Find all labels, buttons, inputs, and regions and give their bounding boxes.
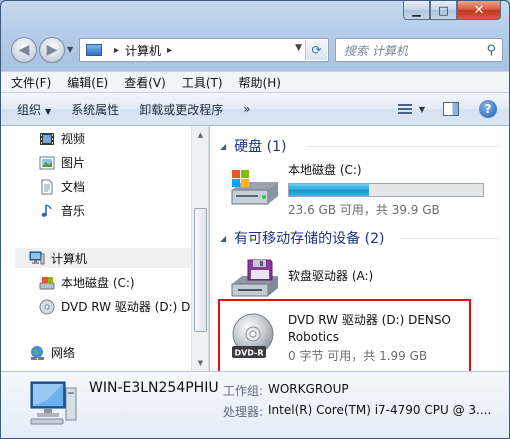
scroll-down-icon[interactable]: ▼ [192, 354, 209, 371]
breadcrumb-computer[interactable]: 计算机 [125, 42, 161, 59]
workgroup-label: 工作组: [223, 384, 264, 398]
hard-disk-icon [39, 275, 55, 291]
music-icon [39, 203, 55, 219]
drive-name: 本地磁盘 (C:) [288, 163, 362, 177]
breadcrumb-separator-icon[interactable]: ▸ [167, 45, 172, 56]
nav-item-dvd-drive[interactable]: DVD RW 驱动器 (D:) D [39, 298, 190, 315]
search-icon[interactable]: ⚲ [486, 43, 496, 58]
command-bar: 组织 ▼ 系统属性 卸载或更改程序 » ▼ ? [1, 92, 509, 126]
back-button[interactable]: ◀ [11, 37, 37, 63]
computer-icon [27, 380, 79, 426]
floppy-drive-icon [226, 254, 284, 302]
pictures-icon [39, 155, 55, 171]
minimize-button[interactable]: ▁ [403, 1, 430, 20]
forward-arrow-icon: ▶ [46, 42, 58, 58]
group-removable-storage[interactable]: ◢ 有可移动存储的设备 (2) [220, 228, 384, 248]
uninstall-program-button[interactable]: 卸载或更改程序 [139, 101, 223, 118]
organize-label: 组织 [17, 102, 42, 117]
group-title: 有可移动存储的设备 (2) [234, 231, 385, 247]
nav-item-label: 计算机 [51, 251, 88, 266]
scroll-thumb[interactable] [194, 208, 207, 332]
disk-usage-bar [288, 183, 484, 197]
organize-button[interactable]: 组织 ▼ [17, 101, 51, 118]
nav-item-label: 文档 [61, 180, 86, 194]
recent-pages-dropdown[interactable]: ▼ [67, 45, 73, 54]
workgroup-value: WORKGROUP [268, 382, 349, 396]
nav-pane-scrollbar[interactable]: ▲ ▼ [191, 126, 208, 371]
refresh-button[interactable]: ⟳ [305, 40, 327, 60]
help-icon[interactable]: ? [479, 100, 497, 118]
nav-item-label: 视频 [61, 132, 86, 146]
nav-item-music[interactable]: 音乐 [39, 202, 85, 219]
address-bar[interactable]: ▸ 计算机 ▸ ▼ ⟳ [79, 38, 329, 62]
more-commands-button[interactable]: » [243, 102, 250, 116]
group-hard-disks[interactable]: ◢ 硬盘 (1) [220, 136, 286, 156]
nav-item-network[interactable]: 网络 [29, 344, 75, 361]
navigation-bar: ◀ ▶ ▼ ▸ 计算机 ▸ ▼ ⟳ 搜索 计算机 ⚲ [9, 35, 503, 63]
preview-pane-icon[interactable] [443, 102, 459, 116]
documents-icon [39, 179, 55, 195]
menu-edit[interactable]: 编辑(E) [67, 74, 108, 91]
group-divider [306, 146, 499, 147]
drive-capacity: 23.6 GB 可用，共 39.9 GB [288, 203, 440, 217]
menu-bar: 文件(F) 编辑(E) 查看(V) 工具(T) 帮助(H) [1, 71, 509, 92]
nav-item-label: 图片 [61, 156, 86, 170]
maximize-button[interactable]: □ [430, 1, 457, 20]
nav-item-label: 本地磁盘 (C:) [61, 276, 135, 290]
close-button[interactable]: ✕ [457, 1, 501, 20]
drive-local-disk[interactable]: 本地磁盘 (C:) 23.6 GB 可用，共 39.9 GB [226, 162, 484, 218]
view-controls: ▼ ? [395, 99, 497, 119]
breadcrumb-separator-icon[interactable]: ▸ [114, 45, 119, 56]
selection-highlight-box [218, 299, 471, 378]
processor-label: 处理器: [223, 405, 264, 419]
computer-icon [29, 250, 45, 266]
disk-usage-fill [289, 184, 369, 196]
nav-item-label: 音乐 [61, 204, 86, 218]
computer-name: WIN-E3LN254PHIU [89, 380, 219, 396]
video-icon [39, 131, 55, 147]
view-dropdown-icon[interactable]: ▼ [419, 105, 425, 114]
collapse-icon[interactable]: ◢ [220, 234, 226, 243]
caption-buttons: ▁ □ ✕ [403, 1, 501, 21]
group-divider [400, 238, 499, 239]
menu-help[interactable]: 帮助(H) [239, 74, 281, 91]
processor-value: Intel(R) Core(TM) i7-4790 CPU @ 3.... [268, 403, 492, 417]
nav-item-local-disk[interactable]: 本地磁盘 (C:) [39, 274, 135, 291]
nav-item-label: 网络 [51, 346, 76, 360]
nav-item-pictures[interactable]: 图片 [39, 154, 85, 171]
computer-icon [86, 44, 102, 56]
group-title: 硬盘 (1) [234, 139, 287, 155]
menu-view[interactable]: 查看(V) [124, 74, 166, 91]
scroll-up-icon[interactable]: ▲ [192, 126, 209, 143]
search-placeholder: 搜索 计算机 [344, 43, 408, 58]
details-pane: WIN-E3LN254PHIU 工作组: WORKGROUP 处理器: Inte… [1, 371, 509, 438]
navigation-pane: 视频 图片 文档 音乐 计算机 本地磁盘 (C:) DVD RW 驱动器 (D:… [1, 126, 209, 371]
hard-disk-icon [226, 162, 284, 210]
organize-dropdown-icon: ▼ [45, 106, 52, 116]
collapse-icon[interactable]: ◢ [220, 142, 226, 151]
system-properties-button[interactable]: 系统属性 [71, 101, 119, 118]
search-input[interactable]: 搜索 计算机 ⚲ [335, 38, 503, 62]
nav-item-documents[interactable]: 文档 [39, 178, 85, 195]
back-arrow-icon: ◀ [18, 42, 30, 58]
drive-name: 软盘驱动器 (A:) [288, 269, 374, 283]
dvd-drive-icon [39, 299, 55, 315]
address-dropdown-icon[interactable]: ▼ [295, 43, 302, 53]
forward-button[interactable]: ▶ [39, 37, 65, 63]
nav-item-computer[interactable]: 计算机 [15, 248, 191, 268]
change-view-icon[interactable] [395, 99, 415, 119]
menu-tools[interactable]: 工具(T) [182, 74, 223, 91]
explorer-window: ▁ □ ✕ ◀ ▶ ▼ ▸ 计算机 ▸ ▼ ⟳ 搜索 计算机 ⚲ 文件(F) 编… [0, 0, 510, 439]
nav-item-videos[interactable]: 视频 [39, 130, 85, 147]
drive-floppy[interactable]: 软盘驱动器 (A:) [226, 254, 373, 302]
menu-file[interactable]: 文件(F) [11, 74, 51, 91]
network-icon [29, 345, 45, 361]
nav-item-label: DVD RW 驱动器 (D:) D [61, 300, 191, 314]
